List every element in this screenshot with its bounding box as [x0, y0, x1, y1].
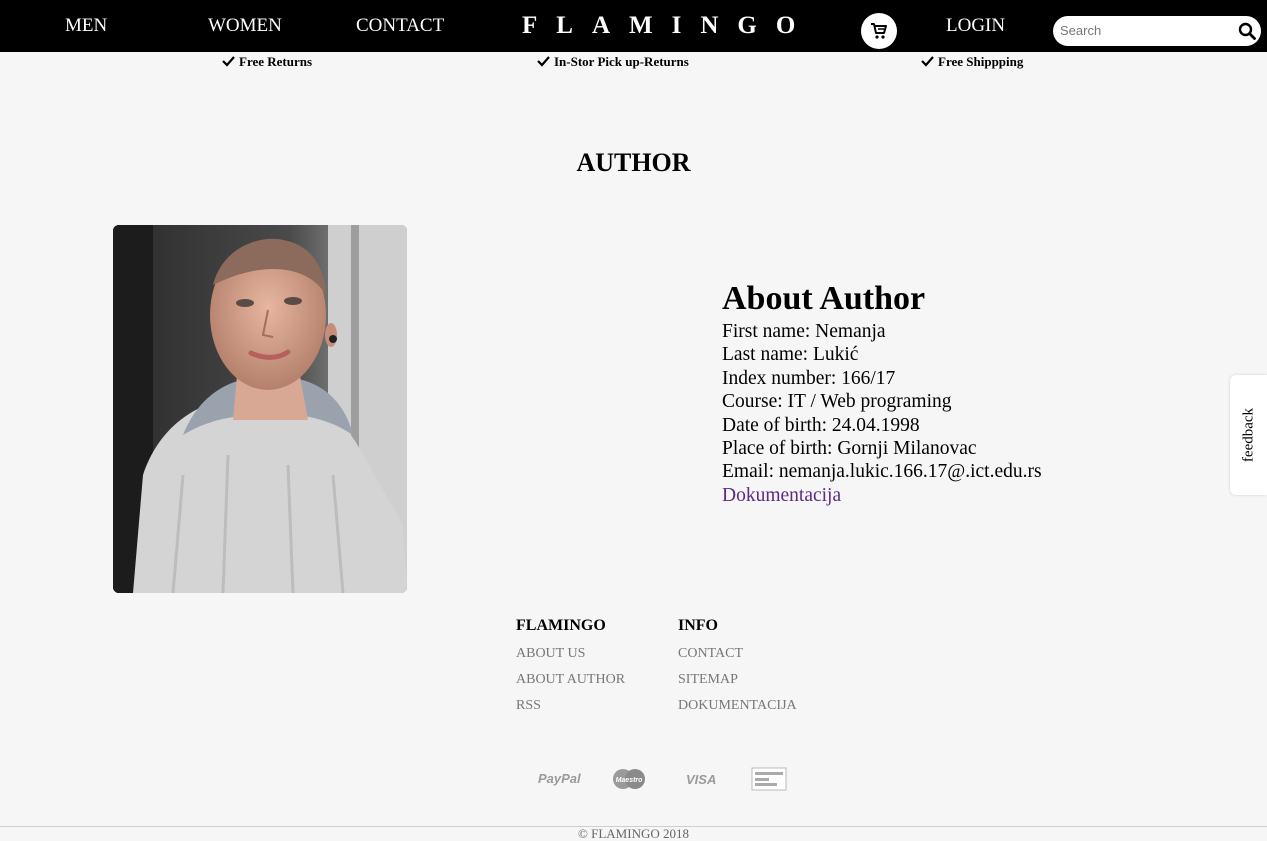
perk-label: In-Stor Pick up-Returns	[554, 54, 689, 69]
author-photo-image	[113, 225, 407, 593]
checkmark-icon	[537, 56, 550, 67]
perk-instore-pickup: In-Stor Pick up-Returns	[537, 54, 689, 69]
first-name: First name: Nemanja	[722, 321, 886, 342]
footer-link-about-us[interactable]: ABOUT US	[516, 641, 625, 667]
feedback-label: feedback	[1240, 407, 1256, 463]
checkmark-icon	[222, 56, 235, 67]
date-of-birth: Date of birth: 24.04.1998	[722, 414, 920, 436]
maestro-icon: Maestro	[613, 769, 645, 789]
search-input[interactable]	[1060, 20, 1220, 40]
mastercard-icon	[751, 767, 787, 791]
footer-heading: INFO	[678, 617, 718, 634]
perk-free-returns: Free Returns	[222, 54, 312, 69]
cart-button[interactable]	[861, 13, 897, 49]
magnifier-icon[interactable]	[1238, 22, 1256, 40]
page-title: AUTHOR	[576, 148, 691, 177]
footer-heading: FLAMINGO	[516, 617, 606, 634]
top-navbar: MEN WOMEN CONTACT FLAMINGO LOGIN	[0, 0, 1267, 52]
nav-contact[interactable]: CONTACT	[356, 16, 444, 36]
paypal-label: PayPal	[538, 771, 581, 786]
nav-women[interactable]: WOMEN	[208, 16, 282, 36]
footer-column-info: INFO CONTACT SITEMAP DOKUMENTACIJA	[678, 616, 797, 719]
brand-logo[interactable]: FLAMINGO	[522, 12, 814, 40]
footer-link-dokumentacija[interactable]: DOKUMENTACIJA	[678, 693, 797, 719]
nav-men[interactable]: MEN	[65, 16, 107, 36]
perk-free-shipping: Free Shippping	[921, 54, 1023, 69]
about-heading: About Author	[722, 280, 926, 317]
paypal-icon: PayPal	[538, 771, 581, 786]
perk-label: Free Shippping	[938, 54, 1024, 69]
footer-column-flamingo: FLAMINGO ABOUT US ABOUT AUTHOR RSS	[516, 616, 625, 719]
feedback-tab[interactable]: feedback	[1230, 375, 1267, 495]
documentation-link[interactable]: Dokumentacija	[722, 485, 841, 506]
footer-link-contact[interactable]: CONTACT	[678, 641, 797, 667]
place-of-birth: Place of birth: Gornji Milanovac	[722, 438, 977, 460]
last-name: Last name: Lukić	[722, 344, 859, 366]
perk-label: Free Returns	[239, 54, 313, 69]
shopping-cart-icon	[871, 23, 887, 39]
visa-icon: VISA	[686, 772, 716, 787]
course: Course: IT / Web programing	[722, 391, 952, 413]
about-author-section: About Author First name: Nemanja Last na…	[722, 280, 1042, 507]
maestro-label: Maestro	[616, 777, 644, 784]
author-photo	[113, 225, 407, 593]
nav-login[interactable]: LOGIN	[946, 16, 1005, 36]
index-number: Index number: 166/17	[722, 367, 896, 389]
checkmark-icon	[921, 56, 934, 67]
email: Email: nemanja.lukic.166.17@.ict.edu.rs	[722, 461, 1042, 483]
footer-link-about-author[interactable]: ABOUT AUTHOR	[516, 667, 625, 693]
visa-label: VISA	[686, 772, 716, 787]
footer-link-sitemap[interactable]: SITEMAP	[678, 667, 797, 693]
footer-link-rss[interactable]: RSS	[516, 693, 625, 719]
search-box	[1053, 16, 1261, 46]
